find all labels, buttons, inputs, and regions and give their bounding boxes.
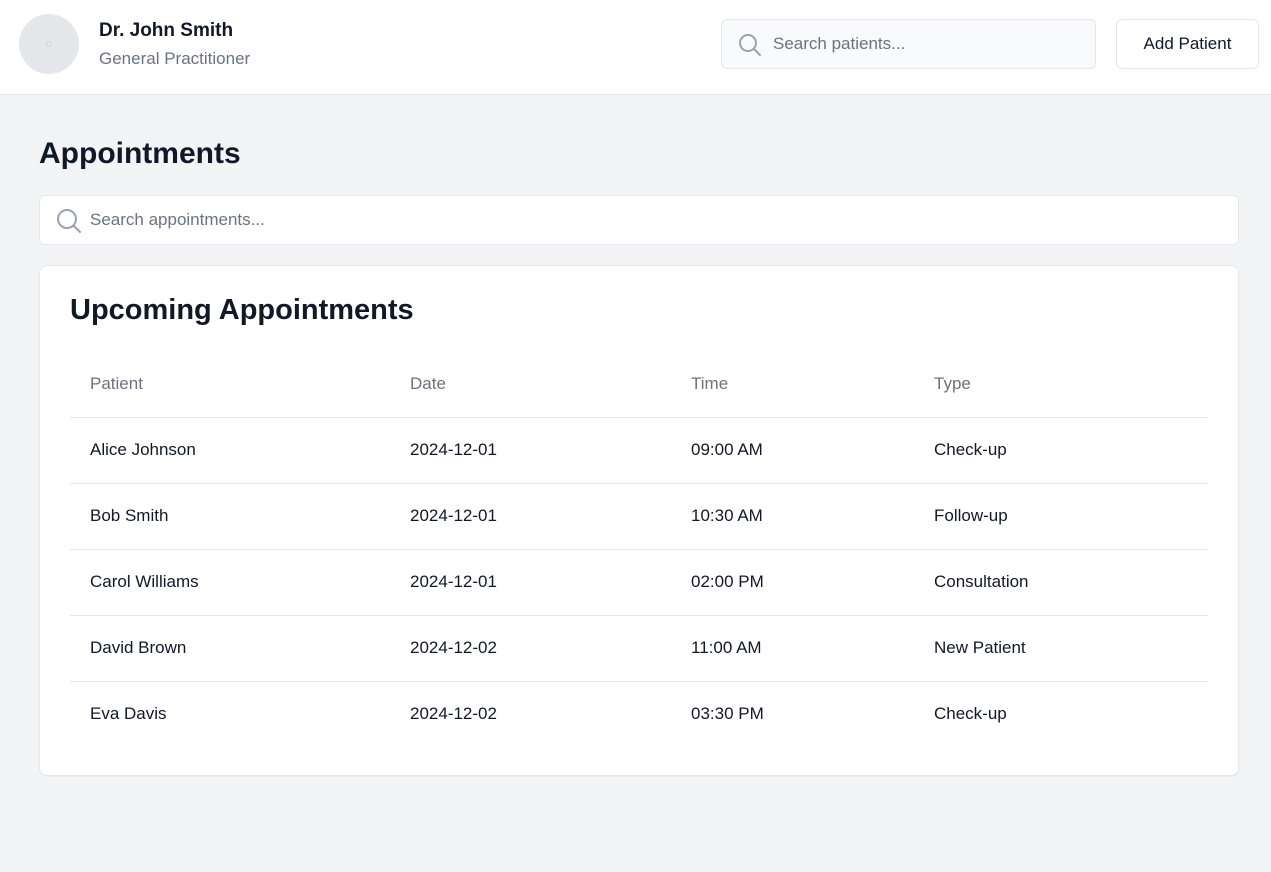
column-header-time[interactable]: Time — [671, 352, 914, 418]
cell-date: 2024-12-01 — [390, 549, 671, 616]
cell-time: 03:30 PM — [691, 704, 764, 724]
cell-patient: Bob Smith — [70, 483, 390, 550]
table-row[interactable]: Eva Davis 2024-12-02 03:30 PM Check-up — [70, 681, 1208, 747]
card-title: Upcoming Appointments — [70, 294, 414, 326]
cell-date: 2024-12-02 — [390, 615, 671, 682]
cell-patient: Eva Davis — [90, 704, 167, 724]
cell-patient: Carol Williams — [70, 549, 390, 616]
cell-time: 11:00 AM — [671, 615, 914, 682]
column-header-patient[interactable]: Patient — [70, 352, 390, 418]
cell-type: Check-up — [914, 417, 1208, 484]
table-header-row: Patient Date Time Type — [70, 352, 1208, 418]
appointment-search-box[interactable] — [39, 195, 1239, 245]
column-header-date[interactable]: Date — [390, 352, 671, 418]
cell-time: 09:00 AM — [671, 417, 914, 484]
avatar[interactable] — [19, 14, 79, 74]
top-bar: Dr. John Smith General Practitioner Add … — [0, 0, 1271, 95]
cell-type: Follow-up — [914, 483, 1208, 550]
cell-time: 10:30 AM — [671, 483, 914, 550]
cell-type: Check-up — [934, 704, 1007, 724]
page-title: Appointments — [39, 137, 241, 170]
column-header-type[interactable]: Type — [914, 352, 1208, 418]
table-row[interactable]: Carol Williams 2024-12-01 02:00 PM Consu… — [70, 549, 1208, 616]
cell-type: Consultation — [914, 549, 1208, 616]
table-row[interactable]: David Brown 2024-12-02 11:00 AM New Pati… — [70, 615, 1208, 682]
cell-patient: Alice Johnson — [70, 417, 390, 484]
search-icon — [739, 34, 761, 56]
cell-type: New Patient — [914, 615, 1208, 682]
doctor-name: Dr. John Smith — [99, 20, 234, 41]
cell-date: 2024-12-01 — [390, 483, 671, 550]
appointment-search-input[interactable] — [90, 196, 1220, 244]
upcoming-appointments-card: Upcoming Appointments Patient Date Time … — [39, 265, 1239, 776]
table-row[interactable]: Bob Smith 2024-12-01 10:30 AM Follow-up — [70, 483, 1208, 550]
search-icon — [57, 209, 81, 233]
patient-search-input[interactable] — [773, 20, 1083, 68]
cell-date: 2024-12-02 — [410, 704, 497, 724]
patient-search-box[interactable] — [721, 19, 1096, 69]
avatar-placeholder-icon — [46, 41, 52, 47]
doctor-role: General Practitioner — [99, 49, 251, 68]
cell-patient: David Brown — [70, 615, 390, 682]
table-row[interactable]: Alice Johnson 2024-12-01 09:00 AM Check-… — [70, 417, 1208, 484]
cell-time: 02:00 PM — [671, 549, 914, 616]
cell-date: 2024-12-01 — [390, 417, 671, 484]
add-patient-button[interactable]: Add Patient — [1116, 19, 1259, 69]
appointments-table: Patient Date Time Type Alice Johnson 202… — [70, 352, 1208, 747]
